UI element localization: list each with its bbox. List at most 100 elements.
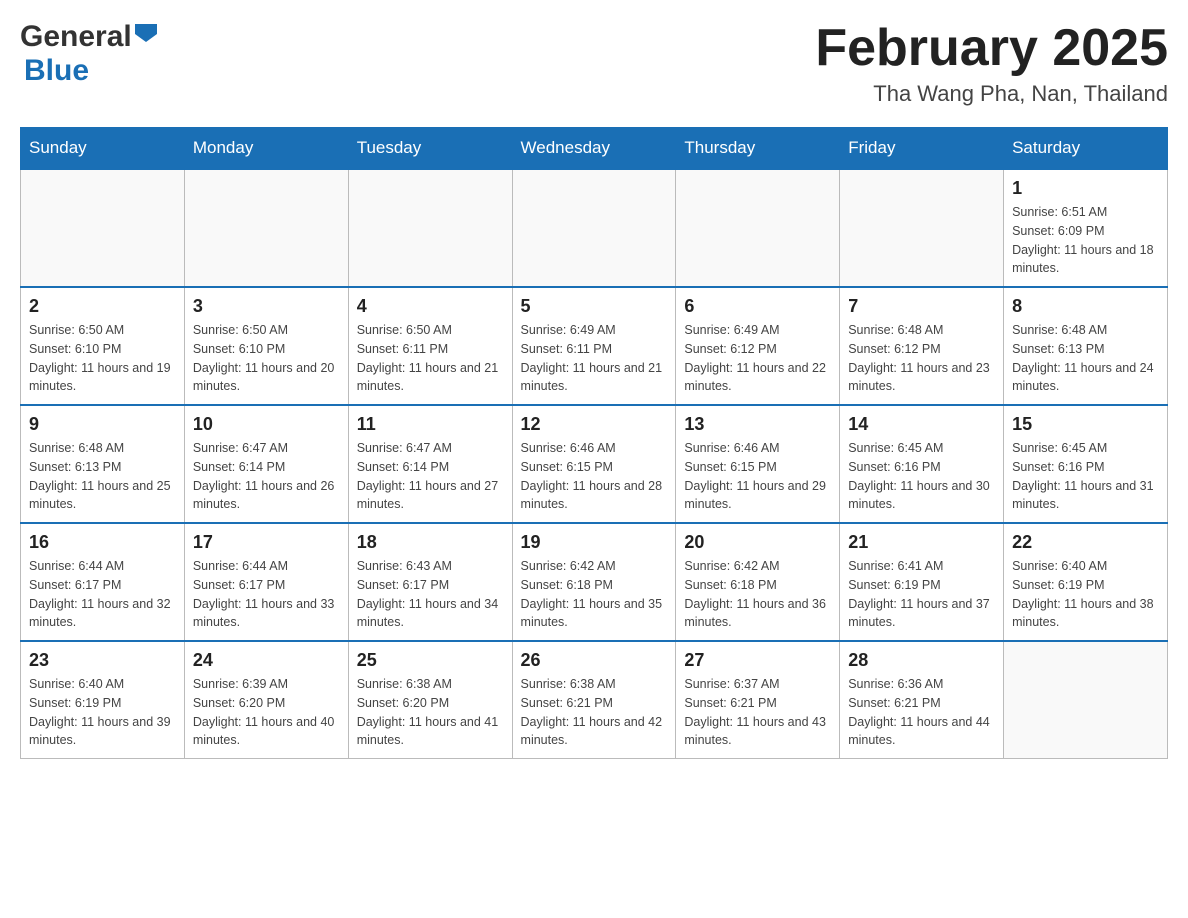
day-number: 13 (684, 414, 831, 435)
calendar-cell: 11 Sunrise: 6:47 AM Sunset: 6:14 PM Dayli… (348, 405, 512, 523)
calendar-cell: 6Sunrise: 6:49 AM Sunset: 6:12 PM Daylig… (676, 287, 840, 405)
calendar-cell: 8Sunrise: 6:48 AM Sunset: 6:13 PM Daylig… (1004, 287, 1168, 405)
calendar-cell: 25Sunrise: 6:38 AM Sunset: 6:20 PM Dayli… (348, 641, 512, 759)
calendar-cell: 3 Sunrise: 6:50 AM Sunset: 6:10 PM Daylig… (184, 287, 348, 405)
day-info: Sunrise: 6:47 AM Sunset: 6:14 PM Dayligh… (357, 439, 504, 514)
day-number: 20 (684, 532, 831, 553)
day-number: 3 (193, 296, 340, 317)
calendar-cell (1004, 641, 1168, 759)
day-info: Sunrise: 6:46 AM Sunset: 6:15 PM Dayligh… (684, 439, 831, 514)
calendar-cell (676, 169, 840, 287)
day-number: 25 (357, 650, 504, 671)
day-info: Sunrise: 6:45 AM Sunset: 6:16 PM Dayligh… (848, 439, 995, 514)
location-title: Tha Wang Pha, Nan, Thailand (815, 81, 1168, 107)
calendar-cell: 5 Sunrise: 6:49 AM Sunset: 6:11 PM Daylig… (512, 287, 676, 405)
day-number: 5 (521, 296, 668, 317)
day-info: Sunrise: 6:40 AM Sunset: 6:19 PM Dayligh… (1012, 557, 1159, 632)
day-number: 21 (848, 532, 995, 553)
calendar-cell: 18 Sunrise: 6:43 AM Sunset: 6:17 PM Dayli… (348, 523, 512, 641)
day-info: Sunrise: 6:42 AM Sunset: 6:18 PM Dayligh… (684, 557, 831, 632)
day-number: 27 (684, 650, 831, 671)
day-info: Sunrise: 6:37 AM Sunset: 6:21 PM Dayligh… (684, 675, 831, 750)
calendar-cell: 17 Sunrise: 6:44 AM Sunset: 6:17 PM Dayli… (184, 523, 348, 641)
calendar-cell: 20 Sunrise: 6:42 AM Sunset: 6:18 PM Dayli… (676, 523, 840, 641)
day-info: Sunrise: 6:42 AM Sunset: 6:18 PM Dayligh… (521, 557, 668, 632)
day-number: 11 (357, 414, 504, 435)
day-number: 18 (357, 532, 504, 553)
day-info: Sunrise: 6:44 AM Sunset: 6:17 PM Dayligh… (29, 557, 176, 632)
calendar-cell: 12 Sunrise: 6:46 AM Sunset: 6:15 PM Dayli… (512, 405, 676, 523)
day-number: 6 (684, 296, 831, 317)
day-number: 9 (29, 414, 176, 435)
title-block: February 2025 Tha Wang Pha, Nan, Thailan… (815, 20, 1168, 107)
day-number: 23 (29, 650, 176, 671)
day-info: Sunrise: 6:48 AM Sunset: 6:13 PM Dayligh… (29, 439, 176, 514)
day-info: Sunrise: 6:39 AM Sunset: 6:20 PM Dayligh… (193, 675, 340, 750)
day-info: Sunrise: 6:38 AM Sunset: 6:21 PM Dayligh… (521, 675, 668, 750)
day-number: 10 (193, 414, 340, 435)
calendar-cell: 26 Sunrise: 6:38 AM Sunset: 6:21 PM Dayli… (512, 641, 676, 759)
calendar-cell: 13 Sunrise: 6:46 AM Sunset: 6:15 PM Dayli… (676, 405, 840, 523)
day-number: 14 (848, 414, 995, 435)
calendar-header-sunday: Sunday (21, 128, 185, 170)
calendar-cell (512, 169, 676, 287)
page-header: General Blue February 2025 Tha Wang Pha,… (20, 20, 1168, 107)
calendar-cell: 23 Sunrise: 6:40 AM Sunset: 6:19 PM Dayli… (21, 641, 185, 759)
calendar-week-row-3: 9 Sunrise: 6:48 AM Sunset: 6:13 PM Daylig… (21, 405, 1168, 523)
calendar-cell (840, 169, 1004, 287)
calendar-cell: 4 Sunrise: 6:50 AM Sunset: 6:11 PM Daylig… (348, 287, 512, 405)
day-info: Sunrise: 6:51 AM Sunset: 6:09 PM Dayligh… (1012, 203, 1159, 278)
day-info: Sunrise: 6:50 AM Sunset: 6:11 PM Dayligh… (357, 321, 504, 396)
calendar-cell (21, 169, 185, 287)
day-info: Sunrise: 6:44 AM Sunset: 6:17 PM Dayligh… (193, 557, 340, 632)
day-number: 26 (521, 650, 668, 671)
calendar-header-tuesday: Tuesday (348, 128, 512, 170)
calendar-cell: 9 Sunrise: 6:48 AM Sunset: 6:13 PM Daylig… (21, 405, 185, 523)
calendar-cell: 10 Sunrise: 6:47 AM Sunset: 6:14 PM Dayli… (184, 405, 348, 523)
day-number: 4 (357, 296, 504, 317)
day-info: Sunrise: 6:40 AM Sunset: 6:19 PM Dayligh… (29, 675, 176, 750)
calendar-cell (184, 169, 348, 287)
calendar-week-row-2: 2Sunrise: 6:50 AM Sunset: 6:10 PM Daylig… (21, 287, 1168, 405)
calendar-header-thursday: Thursday (676, 128, 840, 170)
day-info: Sunrise: 6:48 AM Sunset: 6:13 PM Dayligh… (1012, 321, 1159, 396)
calendar-header-saturday: Saturday (1004, 128, 1168, 170)
calendar-week-row-4: 16 Sunrise: 6:44 AM Sunset: 6:17 PM Dayli… (21, 523, 1168, 641)
calendar-cell: 2Sunrise: 6:50 AM Sunset: 6:10 PM Daylig… (21, 287, 185, 405)
calendar-table: SundayMondayTuesdayWednesdayThursdayFrid… (20, 127, 1168, 759)
logo-blue-text: Blue (24, 54, 89, 87)
calendar-cell: 15 Sunrise: 6:45 AM Sunset: 6:16 PM Dayli… (1004, 405, 1168, 523)
calendar-cell: 19 Sunrise: 6:42 AM Sunset: 6:18 PM Dayli… (512, 523, 676, 641)
calendar-header-friday: Friday (840, 128, 1004, 170)
calendar-header-wednesday: Wednesday (512, 128, 676, 170)
day-info: Sunrise: 6:46 AM Sunset: 6:15 PM Dayligh… (521, 439, 668, 514)
day-info: Sunrise: 6:41 AM Sunset: 6:19 PM Dayligh… (848, 557, 995, 632)
day-info: Sunrise: 6:50 AM Sunset: 6:10 PM Dayligh… (29, 321, 176, 396)
day-number: 12 (521, 414, 668, 435)
day-number: 22 (1012, 532, 1159, 553)
calendar-cell: 24Sunrise: 6:39 AM Sunset: 6:20 PM Dayli… (184, 641, 348, 759)
day-info: Sunrise: 6:45 AM Sunset: 6:16 PM Dayligh… (1012, 439, 1159, 514)
day-number: 15 (1012, 414, 1159, 435)
logo-icon (135, 24, 157, 47)
calendar-header-row: SundayMondayTuesdayWednesdayThursdayFrid… (21, 128, 1168, 170)
calendar-week-row-1: 1 Sunrise: 6:51 AM Sunset: 6:09 PM Daylig… (21, 169, 1168, 287)
day-number: 1 (1012, 178, 1159, 199)
calendar-week-row-5: 23 Sunrise: 6:40 AM Sunset: 6:19 PM Dayli… (21, 641, 1168, 759)
calendar-cell: 21 Sunrise: 6:41 AM Sunset: 6:19 PM Dayli… (840, 523, 1004, 641)
calendar-cell: 1 Sunrise: 6:51 AM Sunset: 6:09 PM Daylig… (1004, 169, 1168, 287)
calendar-cell: 28Sunrise: 6:36 AM Sunset: 6:21 PM Dayli… (840, 641, 1004, 759)
day-info: Sunrise: 6:43 AM Sunset: 6:17 PM Dayligh… (357, 557, 504, 632)
logo: General Blue (20, 20, 157, 88)
day-info: Sunrise: 6:48 AM Sunset: 6:12 PM Dayligh… (848, 321, 995, 396)
day-info: Sunrise: 6:49 AM Sunset: 6:11 PM Dayligh… (521, 321, 668, 396)
calendar-cell: 7Sunrise: 6:48 AM Sunset: 6:12 PM Daylig… (840, 287, 1004, 405)
day-number: 16 (29, 532, 176, 553)
day-number: 28 (848, 650, 995, 671)
calendar-header-monday: Monday (184, 128, 348, 170)
day-number: 19 (521, 532, 668, 553)
day-info: Sunrise: 6:50 AM Sunset: 6:10 PM Dayligh… (193, 321, 340, 396)
calendar-cell: 14 Sunrise: 6:45 AM Sunset: 6:16 PM Dayli… (840, 405, 1004, 523)
day-number: 17 (193, 532, 340, 553)
day-info: Sunrise: 6:47 AM Sunset: 6:14 PM Dayligh… (193, 439, 340, 514)
